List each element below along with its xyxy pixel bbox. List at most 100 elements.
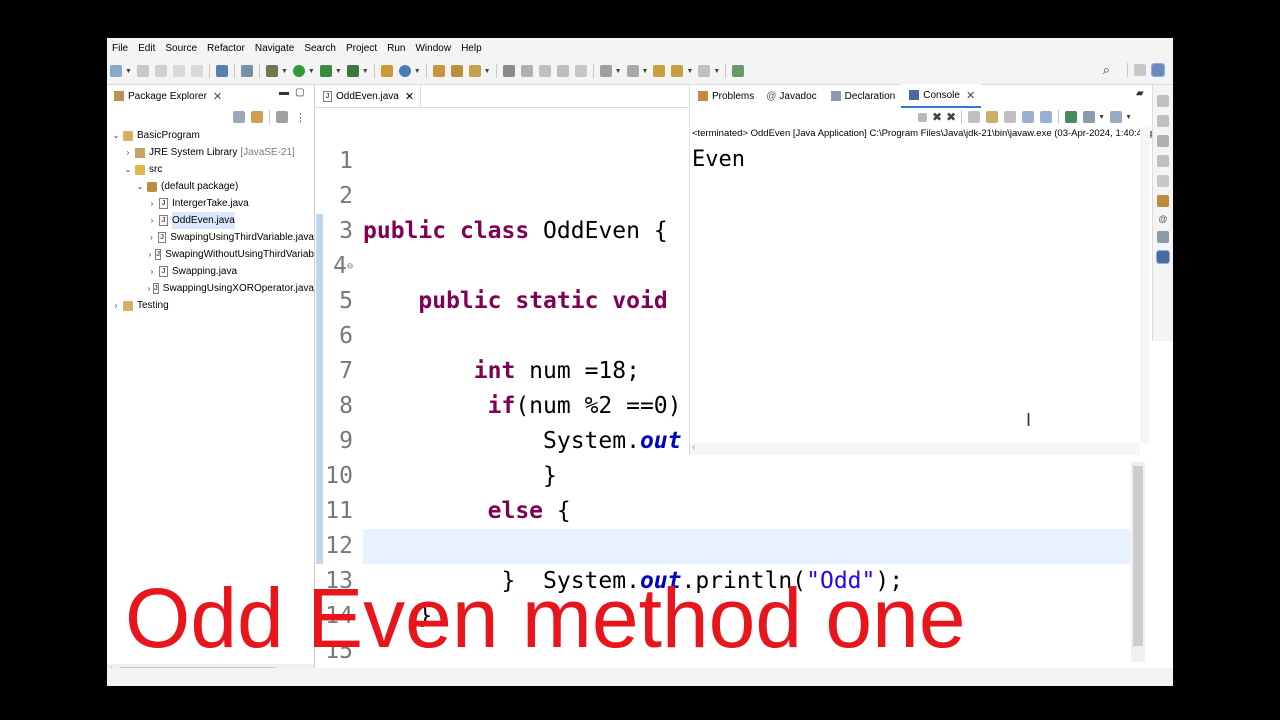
last-edit-icon[interactable] xyxy=(653,65,666,77)
menu-refactor[interactable]: Refactor xyxy=(202,43,250,54)
redo-icon[interactable] xyxy=(190,65,203,77)
coverage-icon[interactable] xyxy=(319,65,332,77)
back-icon[interactable] xyxy=(671,65,684,77)
scrollbar-thumb[interactable] xyxy=(1133,466,1143,646)
menu-file[interactable]: File xyxy=(107,43,133,54)
block-selection-icon[interactable] xyxy=(556,65,569,77)
tree-node-file-selected[interactable]: › J OddEven.java xyxy=(107,212,314,229)
undo-icon[interactable] xyxy=(172,65,185,77)
chevron-down-icon[interactable]: ▼ xyxy=(335,68,342,75)
open-perspective-icon[interactable] xyxy=(1134,64,1146,76)
tab-javadoc[interactable]: @ Javadoc xyxy=(760,85,822,107)
chevron-down-icon[interactable]: ▼ xyxy=(642,68,649,75)
chevron-down-icon[interactable]: ▼ xyxy=(308,68,315,75)
menu-source[interactable]: Source xyxy=(160,43,202,54)
editor-scrollbar[interactable] xyxy=(1131,462,1145,662)
annotation-icon[interactable] xyxy=(520,65,533,77)
chevron-right-icon[interactable]: › xyxy=(147,280,151,297)
open-type-icon[interactable] xyxy=(432,65,445,77)
tab-declaration[interactable]: Declaration xyxy=(823,85,902,107)
link-with-editor-icon[interactable] xyxy=(251,111,263,123)
scroll-left-icon[interactable]: ‹ xyxy=(692,442,695,453)
open-console-icon[interactable] xyxy=(1110,111,1123,123)
package-explorer-tab[interactable]: Package Explorer ✕ xyxy=(107,85,227,107)
tree-node-jre[interactable]: › JRE System Library [JavaSE-21] xyxy=(107,144,314,161)
close-icon[interactable]: ✕ xyxy=(405,90,414,103)
chevron-right-icon[interactable]: › xyxy=(147,195,157,212)
collapse-all-icon[interactable] xyxy=(233,111,245,123)
tree-node-file[interactable]: › J IntergerTake.java xyxy=(107,195,314,212)
chevron-down-icon[interactable]: ▼ xyxy=(281,68,288,75)
debug-icon[interactable] xyxy=(265,65,278,77)
view-menu-icon[interactable]: ⋮ xyxy=(295,111,306,124)
tree-node-file[interactable]: › J Swapping.java xyxy=(107,263,314,280)
save-icon[interactable] xyxy=(136,65,149,77)
external-tools-icon[interactable] xyxy=(346,65,359,77)
show-stderr-icon[interactable] xyxy=(1040,111,1053,123)
open-task-icon[interactable] xyxy=(450,65,463,77)
chevron-down-icon[interactable]: ⌄ xyxy=(111,127,121,144)
tab-console[interactable]: Console ✕ xyxy=(901,84,982,108)
scroll-lock-icon[interactable] xyxy=(986,111,999,123)
restore-icon[interactable] xyxy=(1157,95,1169,107)
whitespace-icon[interactable] xyxy=(574,65,587,77)
search-tool-icon[interactable] xyxy=(468,65,481,77)
remove-launch-icon[interactable]: ✖ xyxy=(932,110,942,124)
word-wrap-icon[interactable] xyxy=(1004,111,1017,123)
tree-node-file[interactable]: › J SwappingUsingXOROperator.java xyxy=(107,280,314,297)
chevron-down-icon[interactable]: ▼ xyxy=(686,68,693,75)
declaration-icon[interactable] xyxy=(1157,231,1169,243)
tree-node-file[interactable]: › J SwapingWithoutUsingThirdVariab xyxy=(107,246,314,263)
editor-tab-oddeven[interactable]: J OddEven.java ✕ xyxy=(315,85,422,107)
chevron-down-icon[interactable]: ▼ xyxy=(615,68,622,75)
code-line[interactable]: 13 } xyxy=(315,529,1173,629)
console-scrollbar[interactable] xyxy=(1140,127,1150,443)
tree-node-src[interactable]: ⌄ src xyxy=(107,161,314,178)
toggle-mark-icon[interactable] xyxy=(538,65,551,77)
chevron-right-icon[interactable]: › xyxy=(123,144,133,161)
chevron-right-icon[interactable]: › xyxy=(147,246,153,263)
clear-console-icon[interactable] xyxy=(968,111,981,123)
run-icon[interactable] xyxy=(292,65,305,77)
remove-all-icon[interactable]: ✖ xyxy=(946,110,956,124)
menu-edit[interactable]: Edit xyxy=(133,43,160,54)
tree-node-project-testing[interactable]: › Testing xyxy=(107,297,314,314)
chevron-down-icon[interactable]: ▼ xyxy=(713,68,720,75)
terminate-icon[interactable] xyxy=(918,112,927,122)
chevron-down-icon[interactable]: ▼ xyxy=(1098,114,1105,121)
code-line[interactable]: 12 } xyxy=(315,494,1173,594)
chevron-down-icon[interactable]: ▼ xyxy=(414,68,421,75)
console-icon[interactable] xyxy=(1156,250,1170,264)
new-class-icon[interactable] xyxy=(398,65,411,77)
ant-icon[interactable] xyxy=(1157,155,1169,167)
display-console-icon[interactable] xyxy=(1083,111,1096,123)
show-stdout-icon[interactable] xyxy=(1022,111,1035,123)
search-icon[interactable]: ⌕ xyxy=(1103,62,1110,78)
terminal-icon[interactable] xyxy=(215,65,228,77)
chevron-down-icon[interactable]: ▼ xyxy=(362,68,369,75)
new-icon[interactable] xyxy=(110,65,122,77)
menu-project[interactable]: Project xyxy=(341,43,382,54)
chevron-right-icon[interactable]: › xyxy=(147,229,156,246)
save-all-icon[interactable] xyxy=(154,65,167,77)
close-icon[interactable]: ✕ xyxy=(966,89,975,102)
menu-window[interactable]: Window xyxy=(410,43,456,54)
new-java-project-icon[interactable] xyxy=(380,65,393,77)
skip-breakpoints-icon[interactable] xyxy=(240,65,253,77)
pin-icon[interactable] xyxy=(502,65,515,77)
chevron-down-icon[interactable]: ▼ xyxy=(484,68,491,75)
tree-node-project[interactable]: ⌄ BasicProgram xyxy=(107,127,314,144)
chevron-down-icon[interactable]: ▼ xyxy=(1125,114,1132,121)
console-output[interactable]: Even xyxy=(690,147,1173,172)
file-icon[interactable] xyxy=(1157,175,1169,187)
pin-editor-icon[interactable] xyxy=(732,65,745,77)
chevron-right-icon[interactable]: › xyxy=(147,263,157,280)
maximize-icon[interactable]: ▢ xyxy=(295,87,304,98)
forward-icon[interactable] xyxy=(698,65,711,77)
chevron-down-icon[interactable]: ⌄ xyxy=(135,178,145,195)
tree-node-file[interactable]: › J SwapingUsingThirdVariable.java xyxy=(107,229,314,246)
outline-icon[interactable] xyxy=(1157,115,1169,127)
minimize-icon[interactable]: ▬ xyxy=(279,87,289,98)
menu-navigate[interactable]: Navigate xyxy=(250,43,299,54)
tab-problems[interactable]: Problems xyxy=(690,85,760,107)
